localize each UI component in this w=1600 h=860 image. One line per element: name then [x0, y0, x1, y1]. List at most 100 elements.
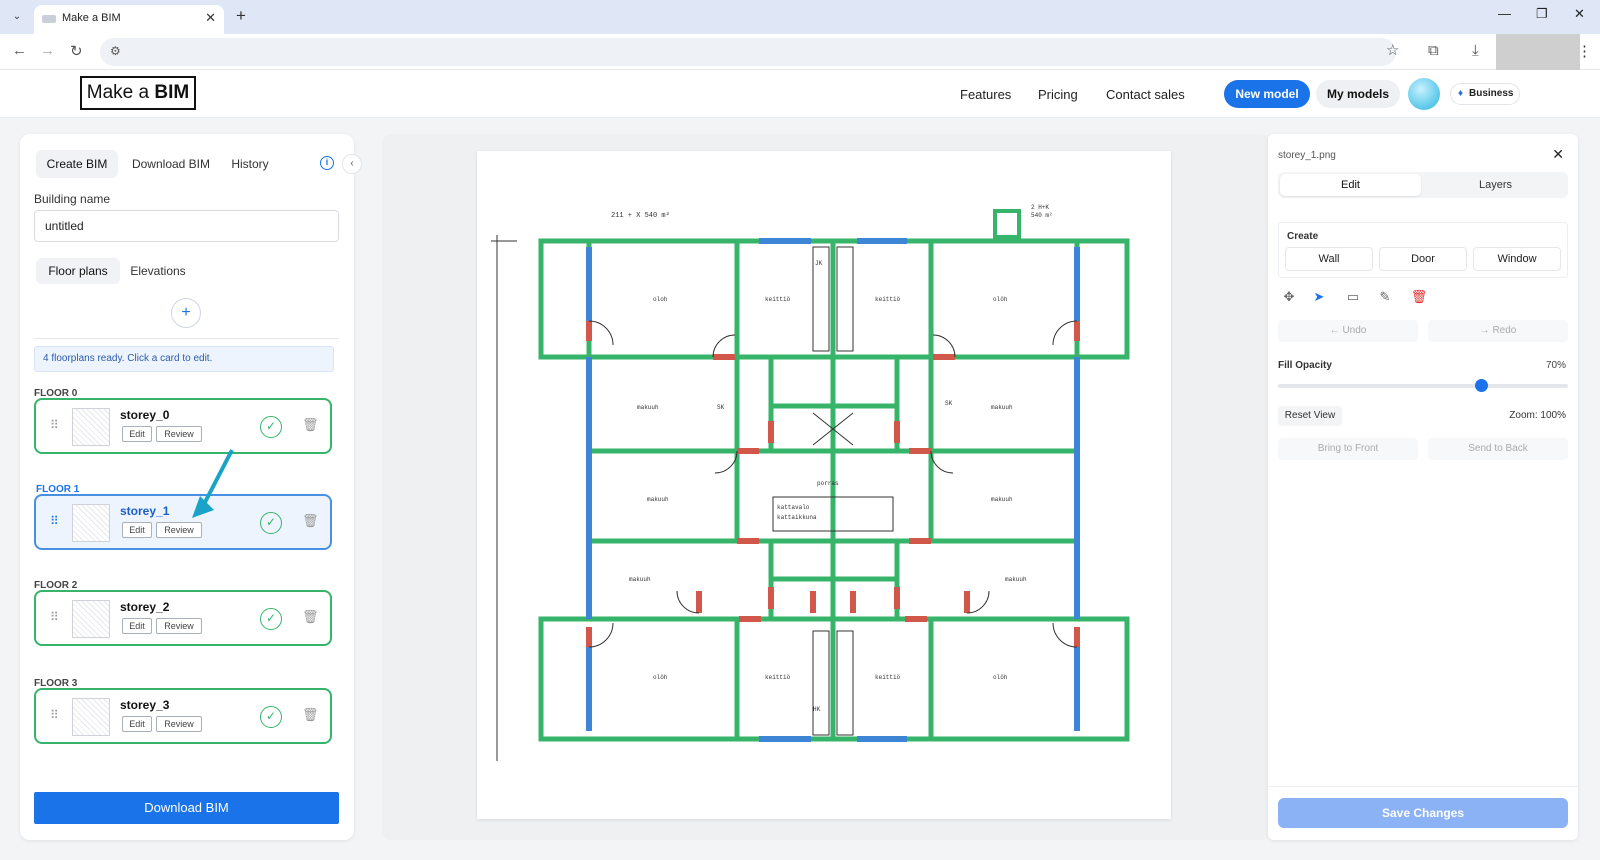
edit-button[interactable]: Edit [122, 716, 152, 732]
window-button[interactable]: Window [1473, 247, 1561, 271]
logo[interactable]: Make a BIM [80, 76, 196, 110]
floorplan-thumbnail [72, 408, 110, 446]
card-name: storey_0 [120, 408, 170, 422]
drag-handle-icon[interactable]: ⠿ [50, 610, 59, 624]
nav-pricing[interactable]: Pricing [1038, 87, 1078, 102]
new-model-button[interactable]: New model [1224, 80, 1310, 108]
bookmark-star-icon[interactable]: ☆ [1386, 41, 1399, 59]
delete-icon[interactable]: 🗑 [1408, 286, 1430, 308]
bring-to-front-button[interactable]: Bring to Front [1278, 438, 1418, 460]
select-pointer-icon[interactable]: ➤ [1308, 286, 1330, 308]
window-close-icon[interactable]: ✕ [1574, 6, 1585, 22]
create-section: Create Wall Door Window [1278, 222, 1568, 278]
app-header: Make a BIM Features Pricing Contact sale… [0, 70, 1600, 118]
nav-features[interactable]: Features [960, 87, 1011, 102]
pencil-icon[interactable]: ✎ [1374, 286, 1396, 308]
slider-thumb[interactable] [1475, 379, 1488, 392]
drag-handle-icon[interactable]: ⠿ [50, 418, 59, 432]
canvas-area[interactable]: 211 + X 540 m² 2 H+K 540 m² oloh keittiö… [382, 134, 1270, 840]
address-field[interactable]: ⚙ [100, 38, 1396, 66]
edit-button[interactable]: Edit [122, 522, 152, 538]
card-name: storey_2 [120, 600, 170, 614]
floor-card-storey-1[interactable]: ⠿ storey_1 Edit Review ✓ 🗑 [34, 494, 332, 550]
collapse-panel-icon[interactable]: ‹ [342, 154, 362, 174]
rectangle-icon[interactable]: ▭ [1342, 286, 1364, 308]
building-name-label: Building name [34, 192, 111, 206]
plan-badge[interactable]: ♦ Business [1450, 83, 1520, 105]
diamond-icon: ♦ [1458, 88, 1464, 99]
tab-history[interactable]: History [222, 150, 278, 178]
floorplan-drawing[interactable]: 211 + X 540 m² 2 H+K 540 m² oloh keittiö… [477, 151, 1171, 819]
check-icon: ✓ [260, 706, 282, 728]
tab-download-bim[interactable]: Download BIM [124, 150, 218, 178]
tab-layers[interactable]: Layers [1425, 174, 1566, 196]
review-button[interactable]: Review [156, 716, 202, 732]
avatar[interactable] [1408, 78, 1440, 110]
wall-button[interactable]: Wall [1285, 247, 1373, 271]
tab-edit[interactable]: Edit [1280, 174, 1421, 196]
reload-icon[interactable]: ↻ [70, 42, 83, 60]
drag-handle-icon[interactable]: ⠿ [50, 708, 59, 722]
room-label: makuuh [1005, 576, 1027, 583]
trash-icon[interactable]: 🗑 [302, 513, 319, 529]
tab-close-icon[interactable]: ✕ [205, 10, 216, 26]
redo-button[interactable]: → Redo [1428, 320, 1568, 342]
save-changes-button[interactable]: Save Changes [1278, 798, 1568, 828]
floor-card-storey-2[interactable]: ⠿ storey_2 Edit Review ✓ 🗑 [34, 590, 332, 646]
nav-contact-sales[interactable]: Contact sales [1106, 87, 1185, 102]
edit-button[interactable]: Edit [122, 618, 152, 634]
minimize-icon[interactable]: — [1498, 6, 1511, 21]
floorplan-canvas[interactable]: 211 + X 540 m² 2 H+K 540 m² oloh keittiö… [477, 151, 1171, 819]
move-icon[interactable]: ✥ [1278, 286, 1300, 308]
my-models-button[interactable]: My models [1316, 80, 1400, 108]
left-panel: Create BIM Download BIM History i ‹ Buil… [20, 134, 362, 840]
profile-area[interactable] [1496, 34, 1580, 70]
edit-button[interactable]: Edit [122, 426, 152, 442]
review-button[interactable]: Review [156, 426, 202, 442]
chimney[interactable] [993, 209, 1021, 239]
tab-search-dropdown-icon[interactable]: ⌄ [8, 8, 26, 26]
undo-arrow-icon: ← [1329, 325, 1343, 336]
trash-icon[interactable]: 🗑 [302, 707, 319, 723]
reset-view-button[interactable]: Reset View [1278, 406, 1342, 426]
door-button[interactable]: Door [1379, 247, 1467, 271]
room-label: makuuh [647, 496, 669, 503]
create-label: Create [1287, 231, 1319, 242]
door-swing [1052, 320, 1078, 346]
download-bim-button[interactable]: Download BIM [34, 792, 339, 824]
extensions-icon[interactable]: ⧉ [1428, 42, 1439, 59]
floor-card-storey-3[interactable]: ⠿ storey_3 Edit Review ✓ 🗑 [34, 688, 332, 744]
undo-button[interactable]: ← Undo [1278, 320, 1418, 342]
trash-icon[interactable]: 🗑 [302, 609, 319, 625]
download-icon[interactable]: ⤓ [1472, 42, 1479, 59]
room-label: olöh [993, 296, 1008, 303]
new-tab-icon[interactable]: + [236, 6, 246, 26]
review-button[interactable]: Review [156, 618, 202, 634]
subtab-floor-plans[interactable]: Floor plans [36, 258, 120, 284]
add-floorplan-button[interactable]: + [171, 298, 201, 328]
info-icon[interactable]: i [320, 156, 334, 170]
browser-menu-icon[interactable]: ⋮ [1577, 42, 1592, 60]
fill-opacity-slider[interactable] [1278, 379, 1568, 392]
forward-icon[interactable]: → [40, 42, 55, 59]
tab-create-bim[interactable]: Create BIM [36, 150, 118, 178]
check-icon: ✓ [260, 512, 282, 534]
building-name-input[interactable] [34, 210, 339, 242]
back-icon[interactable]: ← [12, 42, 27, 59]
room-label: SK [717, 404, 725, 411]
walls[interactable] [538, 238, 1130, 742]
browser-tab[interactable]: Make a BIM ✕ [34, 5, 224, 34]
site-settings-icon[interactable]: ⚙ [110, 44, 121, 58]
redo-arrow-icon: → [1479, 325, 1493, 336]
trash-icon[interactable]: 🗑 [302, 417, 319, 433]
send-to-back-button[interactable]: Send to Back [1428, 438, 1568, 460]
door-swing [932, 334, 956, 358]
annotation-arrow-icon [192, 449, 234, 518]
close-icon[interactable]: ✕ [1552, 146, 1564, 163]
drag-handle-icon[interactable]: ⠿ [50, 514, 59, 528]
floor-card-storey-0[interactable]: ⠿ storey_0 Edit Review ✓ 🗑 [34, 398, 332, 454]
restore-icon[interactable]: ❐ [1536, 6, 1548, 22]
subtab-elevations[interactable]: Elevations [124, 258, 192, 284]
room-label: kattaikkuna [777, 514, 817, 521]
room-label: makuuh [629, 576, 651, 583]
